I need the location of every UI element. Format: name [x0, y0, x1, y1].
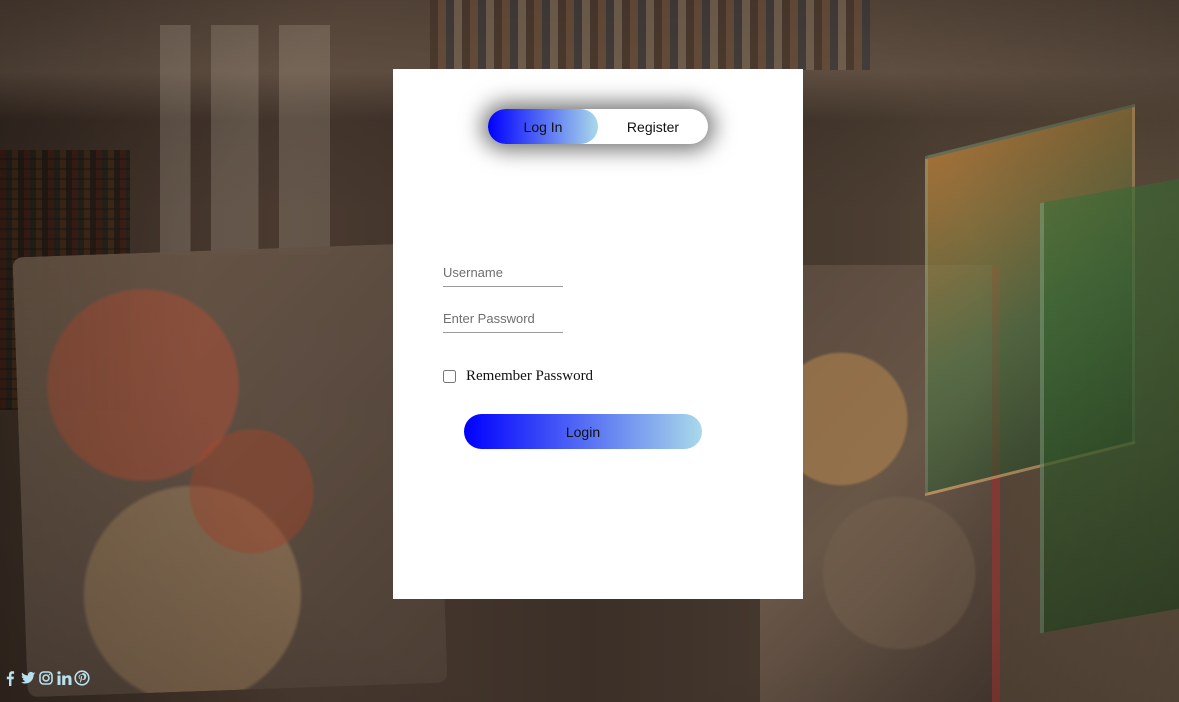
tab-login[interactable]: Log In: [488, 109, 598, 144]
social-links: [2, 668, 90, 688]
auth-toggle: Log In Register: [488, 109, 708, 144]
pinterest-link[interactable]: [74, 668, 90, 688]
instagram-icon: [38, 670, 54, 686]
twitter-icon: [20, 670, 36, 686]
twitter-link[interactable]: [20, 668, 36, 688]
linkedin-link[interactable]: [56, 668, 72, 688]
login-submit-button[interactable]: Login: [464, 414, 702, 449]
password-input[interactable]: [443, 303, 563, 333]
pinterest-icon: [74, 670, 90, 686]
facebook-link[interactable]: [2, 668, 18, 688]
facebook-icon: [4, 670, 16, 686]
login-panel: Log In Register Remember Password Login: [393, 69, 803, 599]
username-input[interactable]: [443, 257, 563, 287]
tab-register[interactable]: Register: [598, 109, 708, 144]
remember-password-label: Remember Password: [466, 368, 594, 384]
password-field-container: [443, 303, 563, 333]
instagram-link[interactable]: [38, 668, 54, 688]
username-field-container: [443, 257, 563, 287]
remember-password-checkbox[interactable]: [443, 370, 456, 383]
remember-password-row[interactable]: Remember Password: [443, 368, 593, 385]
linkedin-icon: [56, 670, 72, 686]
